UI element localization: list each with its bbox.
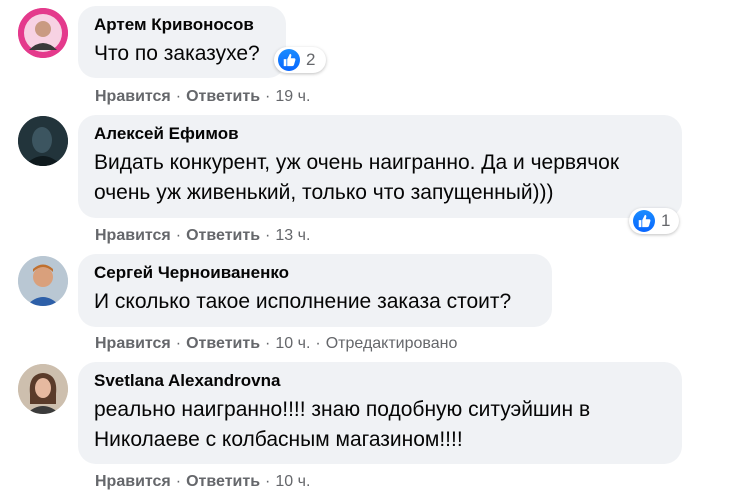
timestamp[interactable]: 13 ч. (275, 227, 310, 244)
reaction-count: 1 (661, 211, 671, 230)
separator: · (175, 335, 182, 352)
comment-author[interactable]: Алексей Ефимов (94, 124, 668, 144)
like-link[interactable]: Нравится (95, 88, 171, 105)
comment-bubble: Алексей Ефимов Видать конкурент, уж очен… (78, 115, 682, 218)
timestamp[interactable]: 10 ч. (275, 335, 310, 352)
avatar[interactable] (18, 256, 68, 306)
separator: · (265, 335, 271, 352)
comment-text: Что по заказухе? (94, 42, 260, 65)
timestamp[interactable]: 10 ч. (275, 473, 310, 490)
separator: · (175, 88, 182, 105)
separator: · (265, 88, 271, 105)
like-thumbs-up-icon (278, 49, 300, 71)
like-link[interactable]: Нравится (95, 473, 171, 490)
separator: · (175, 473, 182, 490)
comment-actions: Нравится · Ответить · 10 ч. (95, 472, 310, 492)
separator: · (315, 335, 321, 352)
comment-author[interactable]: Артем Кривоносов (94, 15, 272, 35)
comment-actions: Нравится · Ответить · 19 ч. (95, 87, 310, 107)
edited-label[interactable]: Отредактировано (326, 335, 458, 352)
comment-text: И сколько такое исполнение заказа стоит? (94, 290, 512, 313)
comment-author[interactable]: Сергей Черноиваненко (94, 263, 538, 283)
avatar[interactable] (18, 8, 68, 58)
comment-author[interactable]: Svetlana Alexandrovna (94, 371, 668, 391)
avatar[interactable] (18, 364, 68, 414)
reactions-badge[interactable]: 2 (274, 47, 326, 73)
comment-bubble: Артем Кривоносов Что по заказухе? (78, 6, 286, 78)
reactions-badge[interactable]: 1 (629, 208, 679, 234)
separator: · (265, 227, 271, 244)
like-thumbs-up-icon (633, 210, 655, 232)
reply-link[interactable]: Ответить (186, 88, 260, 105)
comment-actions: Нравится · Ответить · 10 ч. · Отредактировано (95, 334, 457, 354)
separator: · (175, 227, 182, 244)
avatar[interactable] (18, 116, 68, 166)
comment-bubble: Сергей Черноиваненко И сколько такое исп… (78, 254, 552, 327)
reply-link[interactable]: Ответить (186, 335, 260, 352)
reply-link[interactable]: Ответить (186, 473, 260, 490)
like-link[interactable]: Нравится (95, 227, 171, 244)
reply-link[interactable]: Ответить (186, 227, 260, 244)
reaction-count: 2 (306, 50, 316, 69)
timestamp[interactable]: 19 ч. (275, 88, 310, 105)
comment-text: Видать конкурент, уж очень наигранно. Да… (94, 151, 619, 204)
comment-actions: Нравится · Ответить · 13 ч. (95, 226, 310, 246)
comment-text: реально наигранно!!!! знаю подобную ситу… (94, 398, 591, 451)
like-link[interactable]: Нравится (95, 335, 171, 352)
comment-bubble: Svetlana Alexandrovna реально наигранно!… (78, 362, 682, 464)
separator: · (265, 473, 271, 490)
